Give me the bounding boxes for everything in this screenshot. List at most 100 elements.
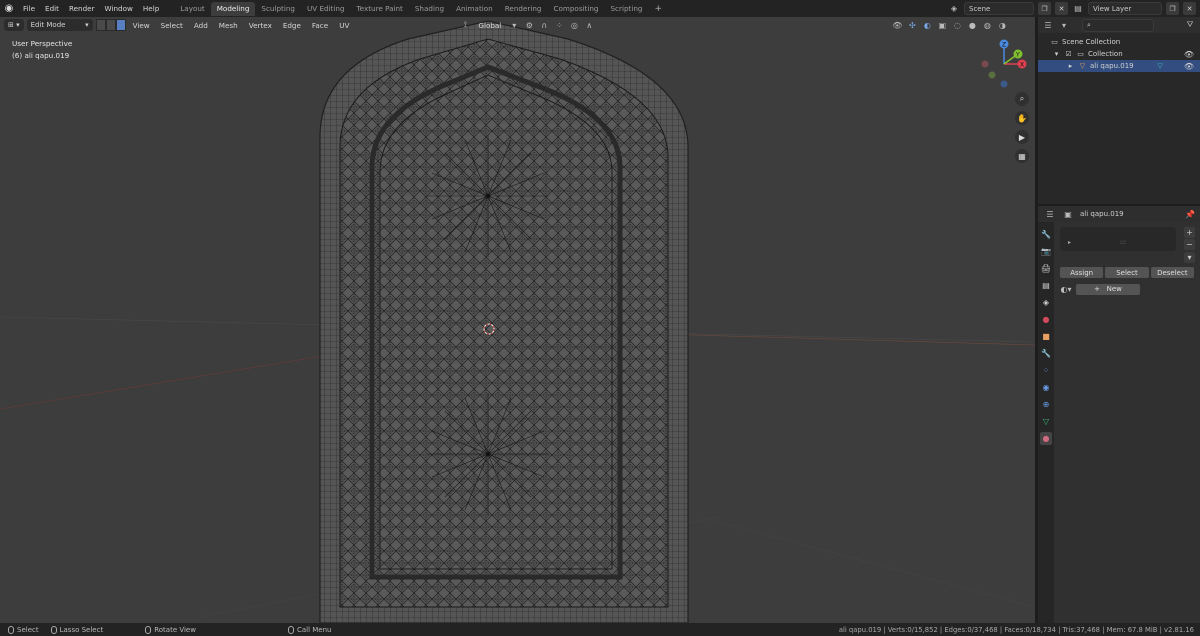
gizmo-neg-z-icon[interactable] — [1000, 80, 1008, 88]
view-layer-selector[interactable]: View Layer — [1088, 2, 1162, 15]
properties-editor-icon[interactable]: ☰ — [1044, 208, 1056, 220]
add-workspace-button[interactable]: + — [648, 4, 668, 14]
tab-modeling[interactable]: Modeling — [210, 1, 256, 16]
shading-wireframe-icon[interactable]: ◌ — [951, 19, 963, 31]
pivot-point-icon[interactable]: ⚙ — [523, 19, 535, 31]
3d-viewport[interactable]: Z X Y ⊞ ▾ Edit Mode ▾ View Select Add Mes… — [0, 17, 1035, 623]
view-layer-tab-icon[interactable]: ▤ — [1040, 279, 1052, 292]
falloff-icon[interactable]: ∧ — [583, 19, 595, 31]
tab-sculpting[interactable]: Sculpting — [255, 2, 301, 16]
mouse-right-icon — [287, 625, 294, 634]
edge-select-button[interactable] — [105, 19, 116, 31]
menu-window[interactable]: Window — [100, 0, 138, 17]
delete-scene-icon[interactable]: ✕ — [1055, 2, 1068, 15]
menu-add[interactable]: Add — [190, 21, 212, 30]
slot-specials-button[interactable]: ▾ — [1184, 252, 1195, 263]
tab-scripting[interactable]: Scripting — [605, 2, 649, 16]
xray-icon[interactable]: ▣ — [936, 19, 948, 31]
material-slot-list[interactable]: ▸ ::: — [1060, 227, 1176, 251]
output-tab-icon[interactable]: 🖨 — [1040, 262, 1052, 275]
deselect-button[interactable]: Deselect — [1150, 267, 1194, 278]
browse-material-icon[interactable]: ◐▾ — [1060, 283, 1072, 295]
proportional-edit-icon[interactable]: ◎ — [568, 19, 580, 31]
camera-icon[interactable]: ▶ — [1015, 130, 1029, 144]
menu-select[interactable]: Select — [157, 21, 187, 30]
eye-icon[interactable]: 👁 — [1184, 50, 1194, 59]
overlays-icon[interactable]: ◐ — [921, 19, 933, 31]
shading-material-icon[interactable]: ◍ — [981, 19, 993, 31]
menu-help[interactable]: Help — [138, 0, 164, 17]
transform-orientation-selector[interactable]: Global — [474, 21, 505, 30]
assign-button[interactable]: Assign — [1060, 267, 1104, 278]
face-select-button[interactable] — [115, 19, 126, 31]
delete-view-layer-icon[interactable]: ✕ — [1183, 2, 1196, 15]
navigation-gizmo[interactable]: Z X Y — [981, 39, 1027, 88]
particles-tab-icon[interactable]: ⁘ — [1040, 364, 1052, 377]
menu-vertex[interactable]: Vertex — [245, 21, 276, 30]
outliner-editor-icon[interactable]: ☰ — [1042, 19, 1054, 31]
gizmo-neg-y-icon[interactable] — [988, 71, 996, 79]
expand-arrow-icon[interactable]: ▸ — [1066, 62, 1075, 71]
tree-collection[interactable]: ▾ ☑ ▭ Collection 👁 — [1038, 48, 1200, 60]
scene-tab-icon[interactable]: ◈ — [1040, 296, 1052, 309]
perspective-grid-icon[interactable]: ▦ — [1015, 149, 1029, 163]
new-material-button[interactable]: + New — [1076, 283, 1140, 295]
mode-selector[interactable]: Edit Mode ▾ — [26, 19, 93, 31]
world-tab-icon[interactable]: ● — [1040, 313, 1052, 326]
filter-icon[interactable]: ⛛ — [1184, 19, 1196, 31]
slot-resize-handle[interactable]: ::: — [1120, 239, 1126, 246]
select-button[interactable]: Select — [1105, 267, 1149, 278]
tab-uv-editing[interactable]: UV Editing — [301, 2, 351, 16]
physics-tab-icon[interactable]: ◉ — [1040, 381, 1052, 394]
tab-rendering[interactable]: Rendering — [499, 2, 548, 16]
menu-file[interactable]: File — [18, 0, 40, 17]
pan-hand-icon[interactable]: ✋ — [1015, 111, 1029, 125]
vertex-select-button[interactable] — [95, 19, 106, 31]
remove-slot-button[interactable]: − — [1184, 239, 1195, 250]
menu-view[interactable]: View — [129, 21, 154, 30]
chevron-down-icon[interactable]: ▾ — [508, 19, 520, 31]
editor-type-selector[interactable]: ⊞ ▾ — [4, 19, 24, 31]
outliner-search-input[interactable]: ⌕ — [1082, 18, 1154, 32]
material-tab-icon[interactable]: ● — [1040, 432, 1052, 445]
properties-object-name: ali qapu.019 — [1080, 210, 1124, 218]
tab-texture-paint[interactable]: Texture Paint — [350, 2, 408, 16]
shading-solid-icon[interactable]: ● — [966, 19, 978, 31]
eye-icon[interactable]: 👁 — [1184, 62, 1194, 71]
menu-edit[interactable]: Edit — [40, 0, 64, 17]
slot-expand-icon[interactable]: ▸ — [1068, 239, 1071, 246]
pin-icon[interactable]: 📌 — [1184, 208, 1196, 220]
tab-shading[interactable]: Shading — [409, 2, 450, 16]
tab-animation[interactable]: Animation — [450, 2, 499, 16]
snap-icon[interactable]: ∩ — [538, 19, 550, 31]
zoom-icon[interactable]: ⌕ — [1015, 92, 1029, 106]
shading-rendered-icon[interactable]: ◑ — [996, 19, 1008, 31]
menu-render[interactable]: Render — [64, 0, 100, 17]
object-tab-icon[interactable]: ■ — [1040, 330, 1052, 343]
new-scene-icon[interactable]: ❐ — [1038, 2, 1051, 15]
tab-layout[interactable]: Layout — [174, 2, 210, 16]
render-tab-icon[interactable]: 📷 — [1040, 245, 1052, 258]
scene-selector[interactable]: Scene — [964, 2, 1034, 15]
constraints-tab-icon[interactable]: ⊕ — [1040, 398, 1052, 411]
menu-edge[interactable]: Edge — [279, 21, 305, 30]
menu-uv[interactable]: UV — [335, 21, 353, 30]
tree-object-ali-qapu[interactable]: ▸ ▽ ali qapu.019 ▽ 👁 — [1038, 60, 1200, 72]
tab-compositing[interactable]: Compositing — [547, 2, 604, 16]
visibility-icon[interactable]: 👁 — [891, 19, 903, 31]
tool-tab-icon[interactable]: 🔧 — [1040, 228, 1052, 241]
display-mode-icon[interactable]: ▾ — [1058, 19, 1070, 31]
modifier-tab-icon[interactable]: 🔧 — [1040, 347, 1052, 360]
tree-scene-collection[interactable]: ▭ Scene Collection — [1038, 36, 1200, 48]
gizmo-neg-x-icon[interactable] — [981, 60, 989, 68]
expand-arrow-icon[interactable]: ▾ — [1052, 50, 1061, 59]
blender-logo-icon[interactable]: ◉ — [0, 0, 18, 17]
gizmo-toggle-icon[interactable]: ✣ — [906, 19, 918, 31]
menu-face[interactable]: Face — [308, 21, 332, 30]
add-slot-button[interactable]: + — [1184, 227, 1195, 238]
new-view-layer-icon[interactable]: ❐ — [1166, 2, 1179, 15]
checkbox-icon[interactable]: ☑ — [1064, 50, 1073, 59]
data-tab-icon[interactable]: ▽ — [1040, 415, 1052, 428]
snap-increment-icon[interactable]: ⁘ — [553, 19, 565, 31]
menu-mesh[interactable]: Mesh — [215, 21, 242, 30]
